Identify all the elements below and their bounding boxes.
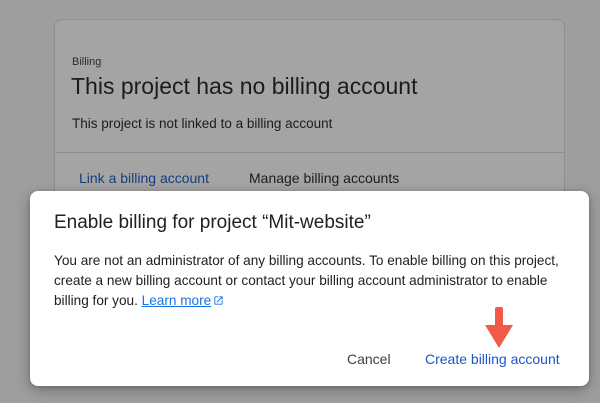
create-billing-account-button[interactable]: Create billing account — [425, 351, 560, 367]
enable-billing-dialog: Enable billing for project “Mit-website”… — [30, 191, 589, 386]
dialog-body: You are not an administrator of any bill… — [54, 251, 574, 311]
billing-title: This project has no billing account — [71, 73, 418, 99]
learn-more-link[interactable]: Learn more — [142, 293, 225, 308]
dialog-body-text: You are not an administrator of any bill… — [54, 253, 559, 308]
learn-more-label: Learn more — [141, 293, 212, 308]
dialog-title: Enable billing for project “Mit-website” — [54, 212, 371, 233]
open-in-new-icon — [214, 296, 223, 305]
card-divider — [55, 152, 564, 153]
billing-description: This project is not linked to a billing … — [72, 116, 333, 131]
link-billing-account-link[interactable]: Link a billing account — [79, 170, 209, 186]
cancel-button[interactable]: Cancel — [347, 351, 391, 367]
manage-billing-accounts-link[interactable]: Manage billing accounts — [249, 170, 399, 186]
billing-eyebrow: Billing — [72, 56, 102, 68]
arrow-down-icon — [485, 307, 513, 348]
